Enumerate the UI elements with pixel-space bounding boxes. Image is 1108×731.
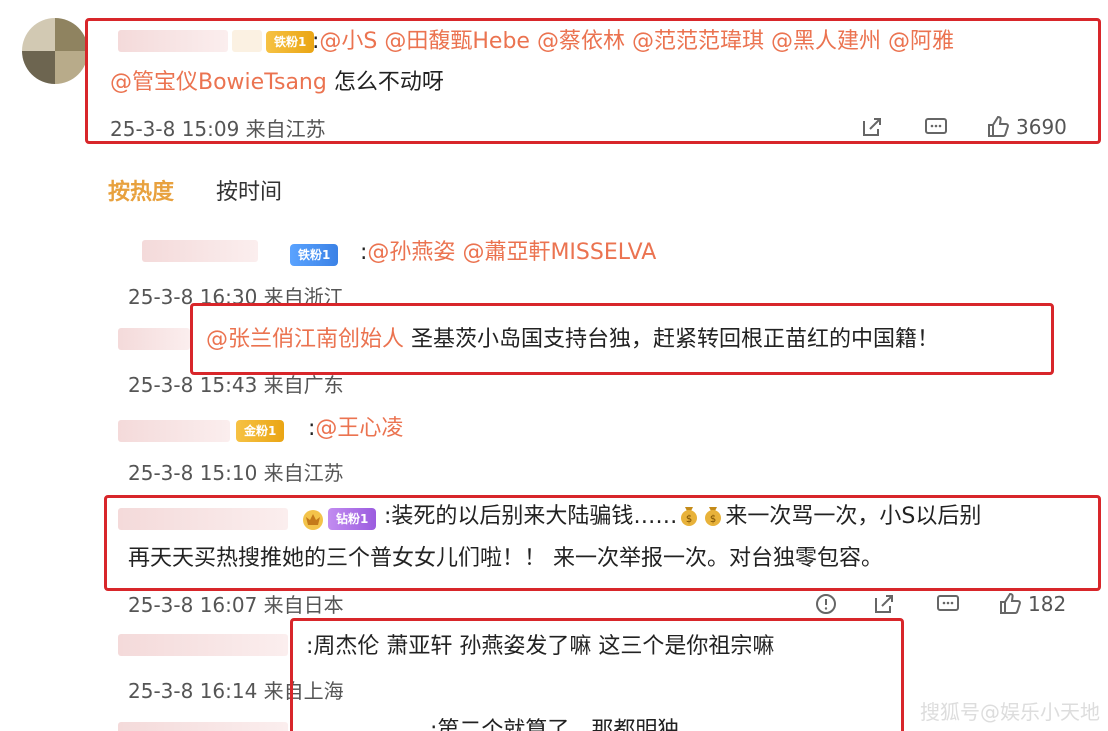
mention-link[interactable]: @阿雅	[888, 29, 954, 54]
report-button[interactable]	[814, 592, 838, 616]
comment-icon	[937, 595, 959, 611]
reply-text-body: 圣基茨小岛国支持台独，赶紧转回根正苗红的中国籍！	[404, 327, 940, 352]
avatar[interactable]	[22, 18, 88, 84]
like-icon	[1000, 592, 1021, 614]
like-count: 182	[1028, 592, 1067, 616]
comment-button[interactable]	[924, 115, 948, 139]
mention-link[interactable]: @黑人建州	[771, 29, 881, 54]
watermark: 搜狐号@娱乐小天地	[920, 700, 1100, 724]
username-blurred[interactable]	[118, 634, 288, 656]
username-blurred[interactable]	[232, 30, 262, 52]
reply-text: :@王心凌	[308, 414, 403, 444]
reply-text: :第二个就算了，那都明独	[430, 718, 680, 731]
comment-text-line2: @管宝仪BowieTsang 怎么不动呀	[110, 68, 444, 98]
comment-icon	[925, 118, 947, 134]
fan-badge: 铁粉1	[290, 244, 339, 266]
mention-link[interactable]: @蕭亞軒MISSELVA	[462, 240, 656, 265]
reply-timestamp: 25-3-8 15:10 来自江苏	[128, 461, 344, 485]
svg-text:$: $	[710, 514, 716, 525]
comment-button[interactable]	[936, 592, 960, 616]
mention-link[interactable]: @张兰俏江南创始人	[206, 327, 404, 352]
svg-text:$: $	[686, 514, 692, 525]
tab-sort-time[interactable]: 按时间	[216, 178, 282, 208]
reply-timestamp: 25-3-8 16:30 来自浙江	[128, 285, 344, 309]
money-bag-icon: $	[705, 507, 722, 526]
username-blurred[interactable]	[118, 420, 230, 442]
comment-text: :@小S @田馥甄Hebe @蔡依林 @范范范瑋琪 @黑人建州 @阿雅	[312, 27, 954, 57]
fan-badge: 钻粉1	[328, 508, 377, 530]
mention-link[interactable]: @孙燕姿	[367, 240, 455, 265]
comment-timestamp: 25-3-8 15:09 来自江苏	[110, 117, 326, 141]
username-blurred[interactable]	[118, 508, 288, 530]
comment-text-suffix: 怎么不动呀	[326, 70, 444, 95]
mention-link[interactable]: @蔡依林	[537, 29, 625, 54]
mention-link[interactable]: @范范范瑋琪	[632, 29, 764, 54]
share-icon	[875, 595, 893, 613]
mention-link[interactable]: @王心凌	[315, 416, 403, 441]
mention-link[interactable]: @小S	[319, 29, 377, 54]
like-button[interactable]: 3690	[986, 115, 1067, 139]
reply-text: :@孙燕姿 @蕭亞軒MISSELVA	[360, 238, 656, 268]
fan-badge: 金粉1	[236, 420, 285, 442]
reply-timestamp: 25-3-8 16:14 来自上海	[128, 679, 344, 703]
fan-badge: 铁粉1	[266, 31, 315, 53]
username-blurred[interactable]	[118, 30, 228, 52]
reply-text-part1: :装死的以后别来大陆骗钱……	[384, 504, 678, 529]
reply-timestamp: 25-3-8 16:07 来自日本	[128, 593, 344, 617]
like-icon	[988, 115, 1009, 137]
reply-timestamp: 25-3-8 15:43 来自广东	[128, 373, 344, 397]
username-blurred[interactable]	[142, 240, 258, 262]
reply-text: :周杰伦 萧亚轩 孙燕姿发了嘛 这三个是你祖宗嘛	[306, 634, 775, 659]
reply-text-line2: 再天天买热搜推她的三个普女女儿们啦！！ 来一次举报一次。对台独零包容。	[128, 546, 883, 571]
mention-link[interactable]: @管宝仪BowieTsang	[110, 70, 327, 95]
money-bag-icon: $	[681, 507, 698, 526]
share-button[interactable]	[860, 115, 884, 139]
reply-text: :装死的以后别来大陆骗钱…… $ $ 来一次骂一次，小S以后别	[384, 502, 981, 532]
like-count: 3690	[1016, 115, 1067, 139]
username-blurred[interactable]	[118, 722, 288, 731]
mention-link[interactable]: @田馥甄Hebe	[384, 29, 530, 54]
reply-text-part2: 来一次骂一次，小S以后别	[725, 504, 982, 529]
reply-text: @张兰俏江南创始人 圣基茨小岛国支持台独，赶紧转回根正苗红的中国籍！	[206, 325, 939, 355]
crown-icon	[303, 510, 323, 530]
username-blurred[interactable]	[118, 328, 190, 350]
share-button[interactable]	[872, 592, 896, 616]
tab-sort-hot[interactable]: 按热度	[108, 178, 174, 208]
report-icon	[816, 594, 836, 614]
share-icon	[863, 118, 881, 136]
like-button[interactable]: 182	[998, 592, 1066, 616]
